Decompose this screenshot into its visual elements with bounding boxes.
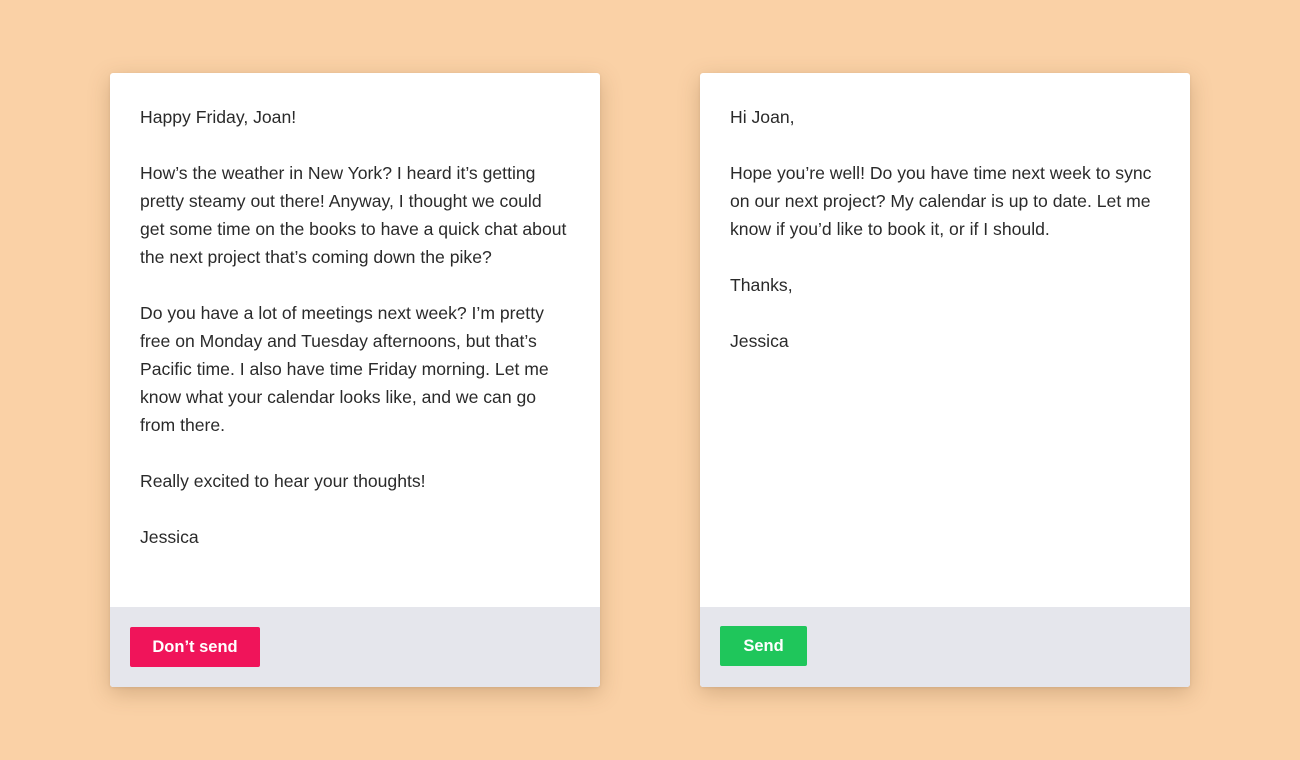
email-paragraph: Do you have a lot of meetings next week?… (140, 303, 549, 435)
email-body: Hi Joan, Hope you’re well! Do you have t… (700, 73, 1190, 607)
email-card-short: Hi Joan, Hope you’re well! Do you have t… (700, 73, 1190, 687)
send-button[interactable]: Send (720, 626, 807, 666)
email-card-long: Happy Friday, Joan! How’s the weather in… (110, 73, 600, 687)
email-body: Happy Friday, Joan! How’s the weather in… (110, 73, 600, 607)
email-paragraph: How’s the weather in New York? I heard i… (140, 163, 567, 267)
email-paragraph: Hope you’re well! Do you have time next … (730, 163, 1152, 239)
email-closing: Thanks, (730, 275, 793, 295)
email-signature: Jessica (140, 527, 199, 547)
email-paragraph: Really excited to hear your thoughts! (140, 471, 426, 491)
email-footer: Don’t send (110, 607, 600, 687)
email-footer: Send (700, 607, 1190, 687)
email-greeting: Hi Joan, (730, 107, 795, 127)
dont-send-button[interactable]: Don’t send (130, 627, 260, 667)
email-greeting: Happy Friday, Joan! (140, 107, 297, 127)
email-signature: Jessica (730, 331, 789, 351)
